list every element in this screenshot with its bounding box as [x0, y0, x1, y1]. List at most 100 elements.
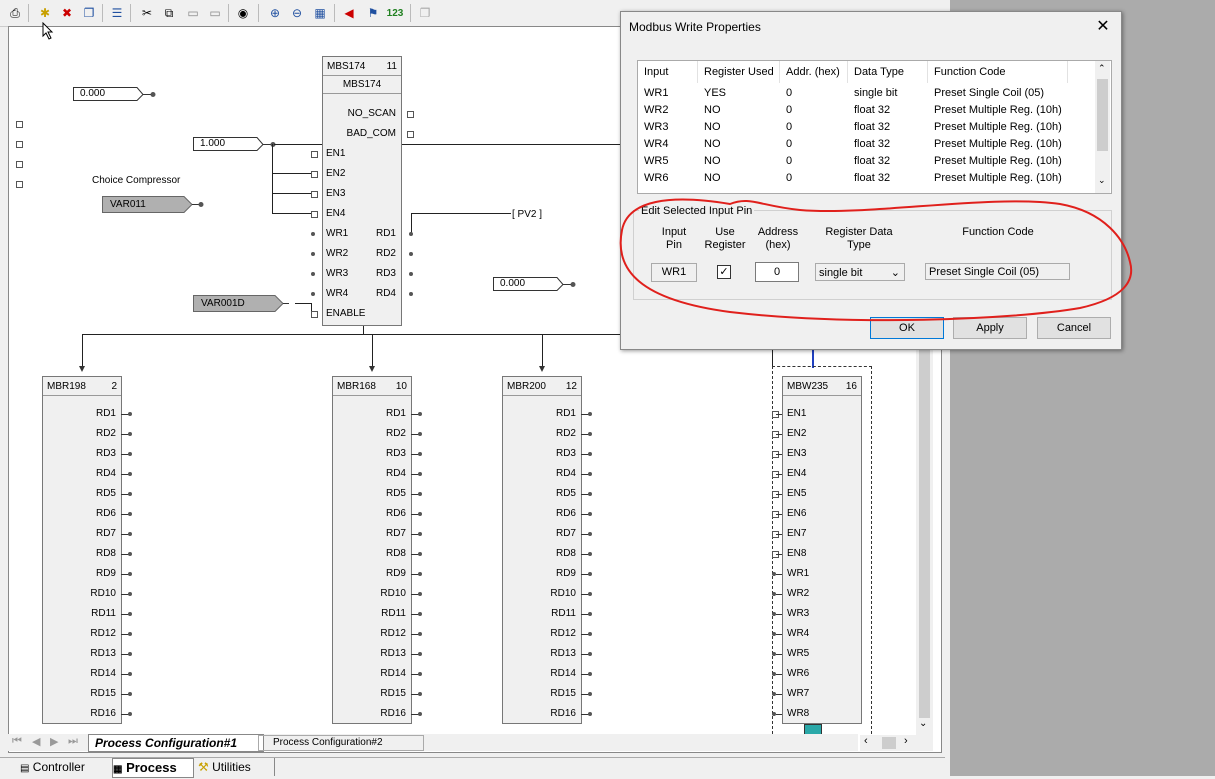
output-port[interactable]	[418, 572, 422, 576]
tab-process-config-1[interactable]: Process Configuration#1	[88, 734, 264, 752]
alarm-icon[interactable]: ◀	[340, 4, 358, 22]
output-port[interactable]	[128, 432, 132, 436]
output-port[interactable]	[588, 652, 592, 656]
column-header[interactable]: Function Code	[928, 61, 1068, 83]
output-port[interactable]	[588, 672, 592, 676]
output-port[interactable]	[418, 472, 422, 476]
close-icon[interactable]: ✕	[1093, 16, 1113, 36]
output-port[interactable]	[409, 292, 413, 296]
input-port[interactable]	[311, 232, 315, 236]
output-port[interactable]	[418, 452, 422, 456]
output-port[interactable]	[418, 632, 422, 636]
output-port[interactable]	[418, 552, 422, 556]
copy-icon[interactable]: ❐	[80, 4, 98, 22]
output-port[interactable]	[418, 592, 422, 596]
output-port[interactable]	[128, 672, 132, 676]
new-icon[interactable]: ✱	[36, 4, 54, 22]
output-port[interactable]	[418, 692, 422, 696]
output-port[interactable]	[588, 552, 592, 556]
flag-icon[interactable]: ⚑	[364, 4, 382, 22]
list-scrollbar[interactable]: ⌃ ⌄	[1095, 61, 1110, 193]
paste-icon[interactable]: ▭	[184, 4, 202, 22]
input-port[interactable]	[311, 211, 318, 218]
column-header[interactable]: Addr. (hex)	[780, 61, 848, 83]
input-port[interactable]	[311, 151, 318, 158]
input-port[interactable]	[311, 272, 315, 276]
output-port[interactable]	[588, 712, 592, 716]
output-port[interactable]	[418, 492, 422, 496]
output-port[interactable]	[128, 652, 132, 656]
list-row[interactable]: WR4 NO 0 float 32 Preset Multiple Reg. (10h)	[638, 136, 1093, 153]
output-port[interactable]	[588, 612, 592, 616]
copy2-icon[interactable]: ⧉	[160, 4, 178, 22]
output-port[interactable]	[407, 111, 414, 118]
list-row[interactable]: WR6 NO 0 float 32 Preset Multiple Reg. (10h)	[638, 170, 1093, 187]
scroll-up-icon[interactable]: ⌃	[1098, 63, 1106, 74]
output-port[interactable]	[588, 492, 592, 496]
output-port[interactable]	[588, 512, 592, 516]
output-port[interactable]	[128, 532, 132, 536]
output-port[interactable]	[418, 412, 422, 416]
tab-process-config-2[interactable]: Process Configuration#2	[258, 735, 424, 751]
properties-icon[interactable]: ☰	[108, 4, 126, 22]
output-port[interactable]	[409, 232, 413, 236]
output-port[interactable]	[128, 692, 132, 696]
output-port[interactable]	[128, 512, 132, 516]
list-row[interactable]: WR5 NO 0 float 32 Preset Multiple Reg. (10h)	[638, 153, 1093, 170]
output-port[interactable]	[588, 452, 592, 456]
next-sheet-icon[interactable]: ▶	[50, 735, 58, 748]
horizontal-scrollbar[interactable]: ‹ ›	[860, 735, 933, 751]
last-sheet-icon[interactable]: ⏭	[68, 735, 78, 748]
output-port[interactable]	[418, 612, 422, 616]
tab-process[interactable]: ▦ Process	[112, 758, 194, 778]
input-port[interactable]	[311, 252, 315, 256]
output-port[interactable]	[418, 672, 422, 676]
output-port[interactable]	[128, 492, 132, 496]
output-port[interactable]	[409, 272, 413, 276]
output-port[interactable]	[418, 532, 422, 536]
column-header[interactable]: Register Used	[698, 61, 780, 83]
output-port[interactable]	[418, 432, 422, 436]
cut-icon[interactable]: ✂	[138, 4, 156, 22]
output-port[interactable]	[128, 452, 132, 456]
prev-sheet-icon[interactable]: ◀	[32, 735, 40, 748]
first-sheet-icon[interactable]: ⏮	[12, 735, 22, 748]
output-port[interactable]	[128, 552, 132, 556]
list-row[interactable]: WR1 YES 0 single bit Preset Single Coil (05)	[638, 85, 1093, 102]
output-port[interactable]	[588, 572, 592, 576]
print-icon[interactable]: ⎙	[6, 4, 24, 22]
output-port[interactable]	[409, 252, 413, 256]
output-port[interactable]	[128, 612, 132, 616]
input-port[interactable]	[311, 311, 318, 318]
scroll-thumb[interactable]	[1097, 79, 1108, 151]
delete-icon[interactable]: ✖	[58, 4, 76, 22]
zoom-out-icon[interactable]: ⊖	[288, 4, 306, 22]
list-row[interactable]: WR3 NO 0 float 32 Preset Multiple Reg. (10h)	[638, 119, 1093, 136]
find-icon[interactable]: ◉	[234, 4, 252, 22]
scroll-left-icon[interactable]: ‹	[864, 735, 868, 747]
output-port[interactable]	[128, 572, 132, 576]
output-port[interactable]	[588, 412, 592, 416]
output-port[interactable]	[588, 692, 592, 696]
output-port[interactable]	[418, 712, 422, 716]
column-header[interactable]: Input	[638, 61, 698, 83]
output-port[interactable]	[128, 472, 132, 476]
output-port[interactable]	[418, 652, 422, 656]
output-port[interactable]	[588, 432, 592, 436]
paste2-icon[interactable]: ▭	[206, 4, 224, 22]
input-port[interactable]	[311, 191, 318, 198]
output-port[interactable]	[418, 512, 422, 516]
output-port[interactable]	[128, 592, 132, 596]
grid-icon[interactable]: ▦	[311, 4, 329, 22]
output-port[interactable]	[128, 632, 132, 636]
numbers-icon[interactable]: 123	[386, 4, 404, 22]
output-port[interactable]	[128, 412, 132, 416]
output-port[interactable]	[588, 532, 592, 536]
input-port[interactable]	[311, 171, 318, 178]
output-port[interactable]	[588, 472, 592, 476]
column-header[interactable]: Data Type	[848, 61, 928, 83]
tab-utilities[interactable]: ⚒ Utilities	[198, 758, 275, 776]
scroll-right-icon[interactable]: ›	[904, 735, 908, 747]
output-port[interactable]	[588, 632, 592, 636]
output-port[interactable]	[128, 712, 132, 716]
